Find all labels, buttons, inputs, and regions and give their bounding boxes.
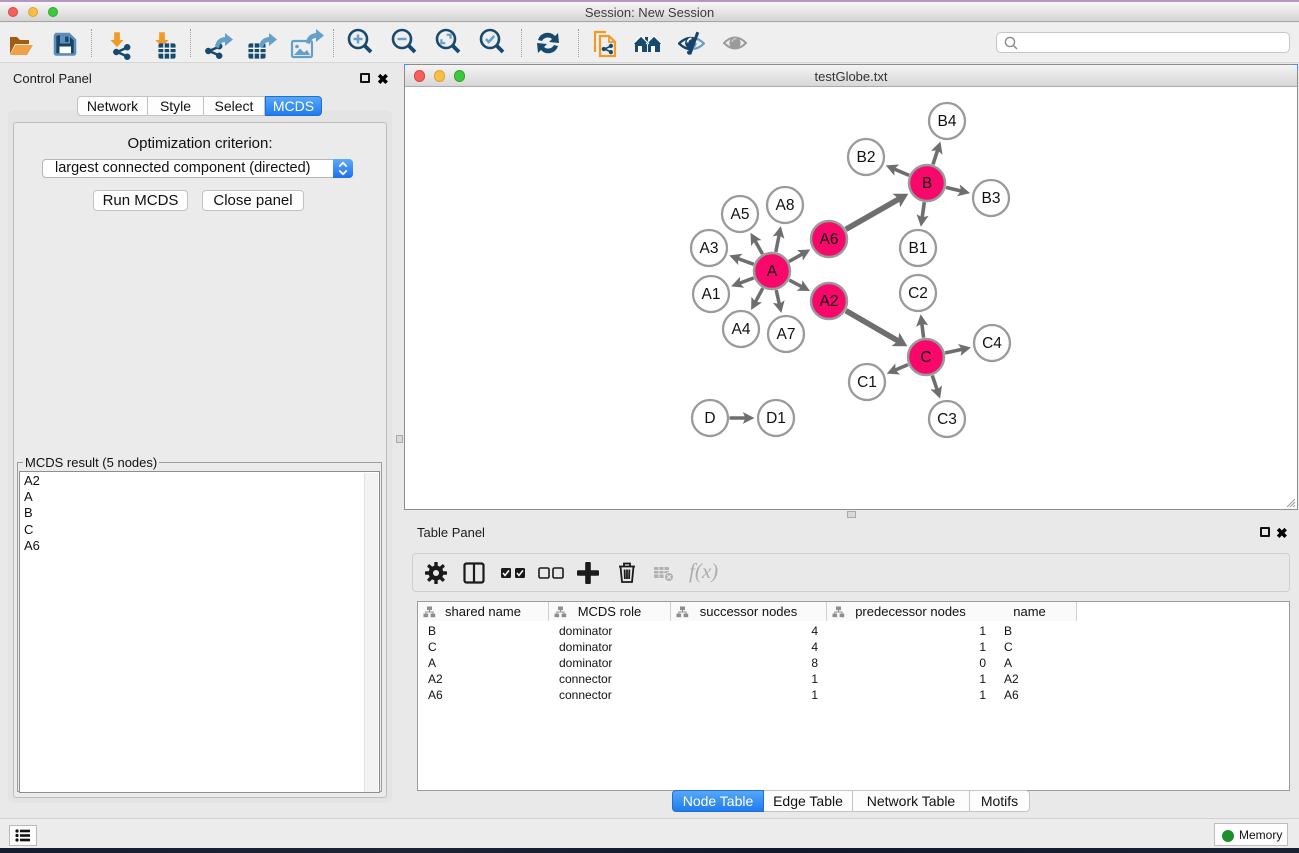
svg-text:B2: B2 — [857, 149, 876, 166]
svg-text:C: C — [920, 349, 931, 366]
svg-text:D: D — [704, 410, 715, 427]
svg-text:A7: A7 — [777, 326, 796, 343]
svg-text:A5: A5 — [731, 206, 750, 223]
svg-text:B4: B4 — [938, 113, 957, 130]
svg-text:A2: A2 — [820, 293, 839, 310]
svg-text:D1: D1 — [766, 410, 786, 427]
svg-text:B: B — [922, 175, 932, 192]
svg-text:A3: A3 — [700, 240, 719, 257]
svg-text:A6: A6 — [820, 231, 839, 248]
svg-text:A4: A4 — [732, 321, 751, 338]
svg-text:A1: A1 — [702, 286, 721, 303]
svg-text:C2: C2 — [908, 285, 928, 302]
svg-text:A8: A8 — [776, 197, 795, 214]
svg-text:C4: C4 — [982, 335, 1002, 352]
svg-text:C3: C3 — [937, 411, 957, 428]
svg-text:C1: C1 — [857, 374, 877, 391]
svg-text:A: A — [767, 263, 778, 280]
svg-text:B1: B1 — [909, 240, 928, 257]
svg-text:f(x): f(x) — [689, 560, 718, 583]
svg-text:B3: B3 — [982, 190, 1001, 207]
